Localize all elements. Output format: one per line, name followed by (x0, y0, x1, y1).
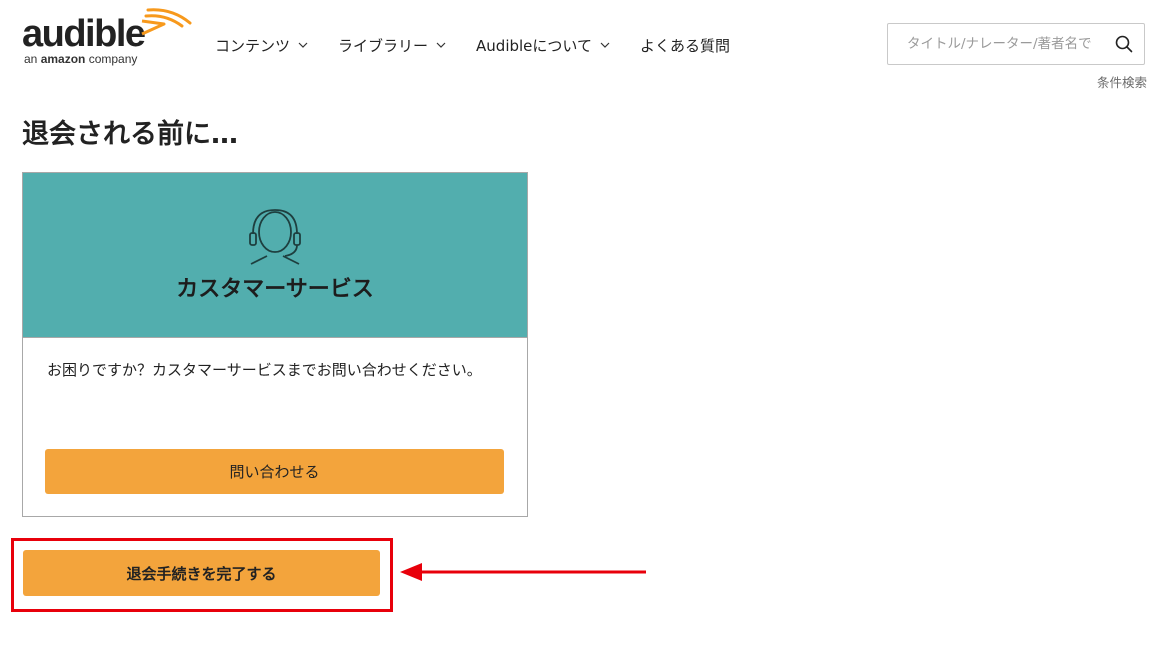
page-title: 退会される前に… (22, 119, 238, 150)
advanced-search-link[interactable]: 条件検索 (1097, 72, 1147, 91)
chevron-down-icon (436, 42, 446, 48)
contact-button[interactable]: 問い合わせる (45, 449, 504, 494)
nav-item-library[interactable]: ライブラリー (338, 34, 446, 56)
search-input[interactable] (905, 35, 1119, 53)
complete-cancellation-button[interactable]: 退会手続きを完了する (23, 550, 380, 596)
nav-item-label: よくある質問 (639, 36, 730, 55)
logo-wordmark: audible (22, 13, 146, 55)
chevron-down-icon (600, 42, 610, 48)
headset-icon (249, 209, 301, 265)
search-icon[interactable] (1115, 35, 1133, 53)
audible-logo[interactable]: audible an amazon company (22, 8, 192, 68)
search-box (887, 23, 1145, 65)
card-description: お困りですか？カスタマーサービスまでお問い合わせください。 (47, 361, 482, 379)
chevron-down-icon (298, 42, 308, 48)
main-nav: コンテンツ ライブラリー Audibleについて よくある質問 (215, 34, 760, 56)
card-header: カスタマーサービス (23, 173, 527, 338)
page: audible an amazon company コンテンツ ライブラリー A… (0, 0, 1170, 651)
nav-item-contents[interactable]: コンテンツ (215, 34, 308, 56)
card-title: カスタマーサービス (176, 277, 374, 302)
nav-item-about[interactable]: Audibleについて (476, 34, 610, 56)
nav-item-label: Audibleについて (476, 36, 592, 55)
header: audible an amazon company コンテンツ ライブラリー A… (0, 0, 1170, 92)
nav-item-label: ライブラリー (338, 36, 429, 55)
nav-item-label: コンテンツ (215, 36, 291, 55)
nav-item-faq[interactable]: よくある質問 (640, 34, 730, 56)
customer-service-card: カスタマーサービス お困りですか？カスタマーサービスまでお問い合わせください。 … (22, 172, 528, 517)
audible-wave-icon (141, 8, 192, 36)
logo-tagline: an amazon company (24, 52, 138, 66)
red-arrow-icon (400, 563, 646, 581)
